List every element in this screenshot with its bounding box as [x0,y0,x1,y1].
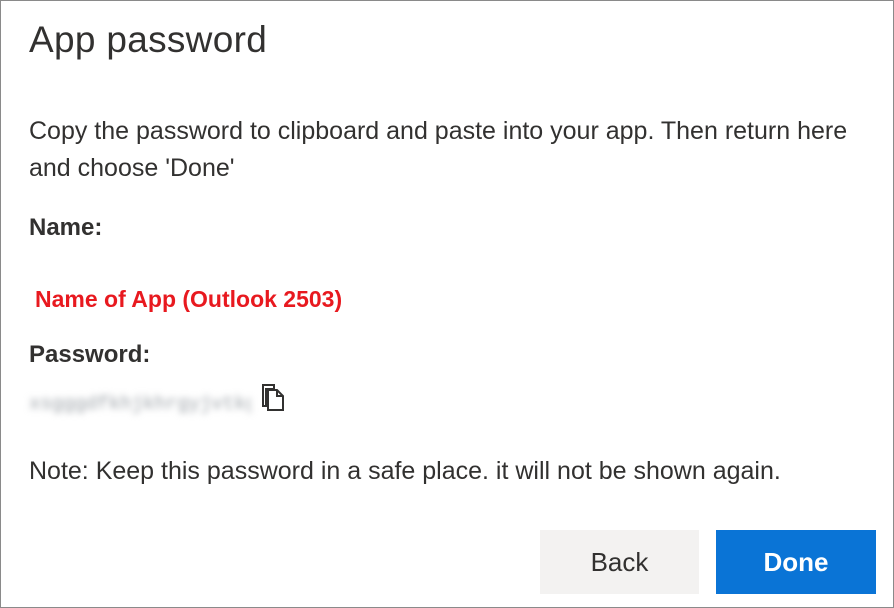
instructions-text: Copy the password to clipboard and paste… [29,117,848,182]
note-text: Note: Keep this password in a safe place… [29,457,781,485]
password-value: xsgggdfkhjkhrgyjvtkg [29,393,251,415]
done-button[interactable]: Done [716,530,876,594]
copy-icon-glyph [262,384,284,411]
back-button[interactable]: Back [540,530,699,594]
name-label: Name: [29,214,103,241]
password-label: Password: [29,341,151,368]
dialog-title: App password [29,19,268,60]
app-name-value: Name of App (Outlook 2503) [35,286,343,312]
copy-icon[interactable] [259,382,289,412]
app-password-dialog: App password Copy the password to clipbo… [0,0,894,608]
